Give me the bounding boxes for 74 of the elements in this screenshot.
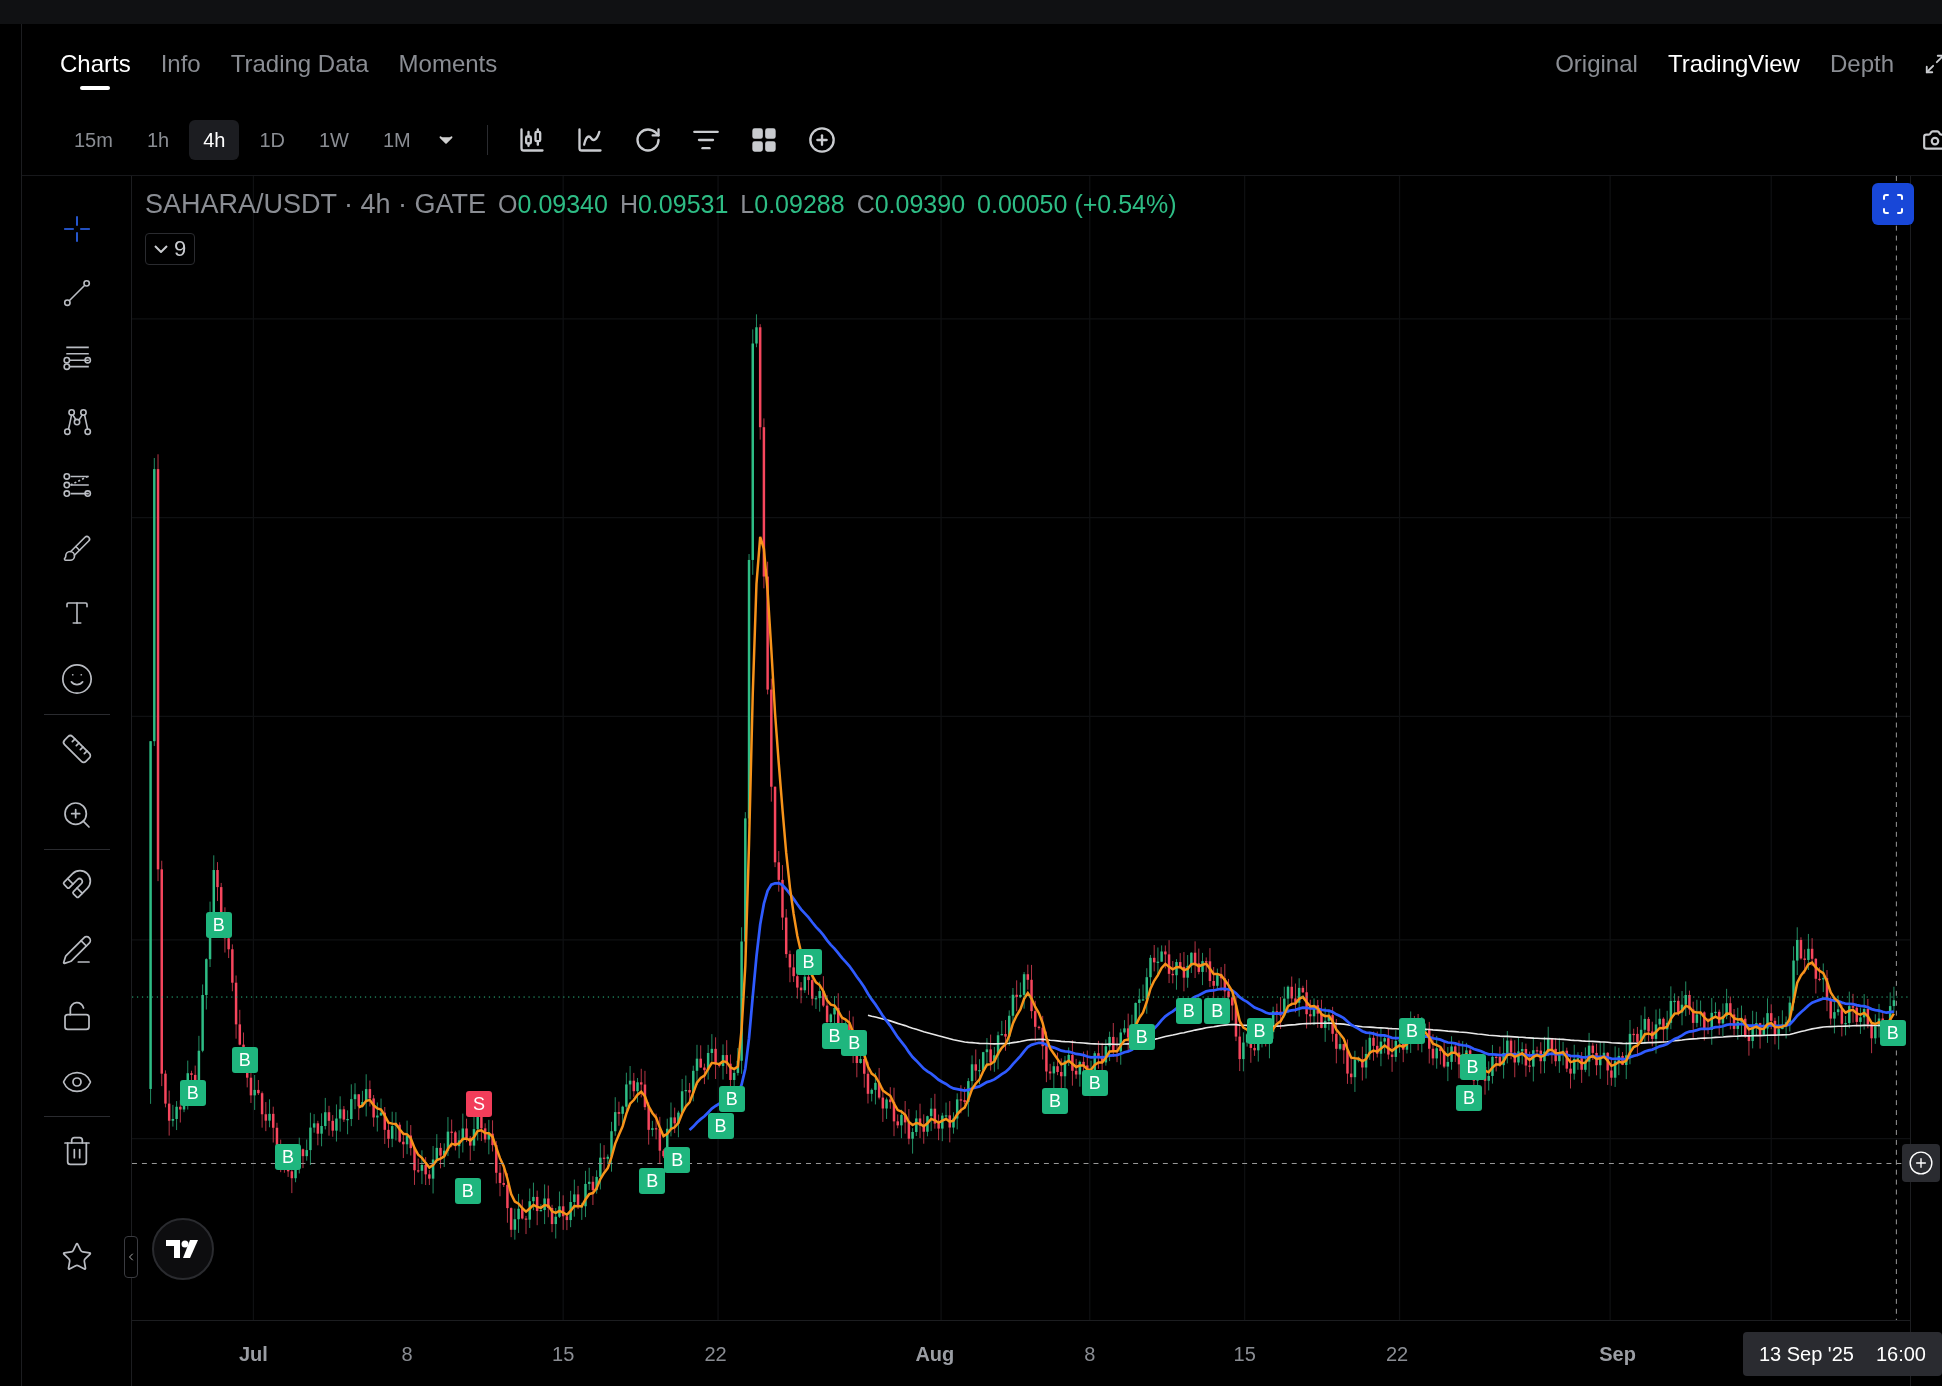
ohlc-value: C0.09390 xyxy=(856,189,966,220)
layout-grid-icon[interactable] xyxy=(749,125,778,154)
pattern-icon[interactable] xyxy=(61,406,92,436)
date-label: 15 xyxy=(552,1341,575,1367)
tab[interactable]: Charts xyxy=(60,46,131,82)
buy-marker: B xyxy=(1204,997,1231,1024)
magnet-icon[interactable] xyxy=(60,868,93,900)
buy-marker: B xyxy=(664,1146,691,1173)
fullscreen-button[interactable] xyxy=(1872,183,1914,225)
interval-button[interactable]: 1D xyxy=(245,119,299,160)
tab[interactable]: Original xyxy=(1555,46,1638,82)
buy-marker: B xyxy=(1455,1084,1482,1111)
symbol-title: SAHARA/USDT · 4h · GATE xyxy=(145,188,487,221)
expand-icon[interactable] xyxy=(1924,53,1942,75)
date-label: 15 xyxy=(1233,1341,1256,1367)
tab[interactable]: Depth xyxy=(1829,46,1894,82)
chevron-down-icon xyxy=(154,244,168,253)
tab[interactable]: TradingView xyxy=(1667,46,1800,82)
buy-marker: B xyxy=(639,1167,666,1194)
crosshair-icon[interactable] xyxy=(61,214,92,244)
date-label: Jul xyxy=(238,1341,268,1367)
add-level-button[interactable] xyxy=(1902,1144,1940,1183)
scan-icon xyxy=(1881,192,1905,216)
tab[interactable]: Info xyxy=(160,46,201,82)
replay-icon[interactable] xyxy=(633,125,662,154)
add-icon[interactable] xyxy=(807,125,836,154)
buy-marker: B xyxy=(1175,997,1202,1024)
candlestick-icon[interactable] xyxy=(517,125,546,154)
buy-marker: B xyxy=(1128,1023,1155,1050)
indicators-toggle[interactable]: 9 xyxy=(145,232,196,265)
date-label: Aug xyxy=(915,1341,955,1367)
ruler-icon[interactable] xyxy=(60,733,93,765)
buy-marker: B xyxy=(1081,1069,1108,1096)
buy-marker: B xyxy=(841,1030,868,1056)
indicator-chart-icon[interactable] xyxy=(575,125,604,154)
buy-marker: B xyxy=(1459,1053,1486,1080)
interval-button[interactable]: 1M xyxy=(369,119,425,160)
tab[interactable]: Trading Data xyxy=(230,46,369,82)
buy-marker: B xyxy=(1879,1020,1906,1047)
interval-button[interactable]: 15m xyxy=(60,119,127,160)
price-change: 0.00050 (+0.54%) xyxy=(977,189,1177,220)
trend-line-icon[interactable] xyxy=(61,278,92,308)
buy-marker: B xyxy=(231,1047,258,1074)
plus-circle-icon xyxy=(1908,1150,1934,1177)
sell-marker: S xyxy=(465,1090,492,1117)
buy-marker: B xyxy=(1042,1088,1069,1115)
buy-marker: B xyxy=(1398,1017,1425,1044)
buy-marker: B xyxy=(205,912,232,938)
date-label: 8 xyxy=(1084,1341,1096,1367)
ohlc-value: L0.09288 xyxy=(740,189,845,220)
smiley-icon[interactable] xyxy=(59,662,94,696)
interval-button[interactable]: 1h xyxy=(132,119,184,160)
buy-marker: B xyxy=(718,1085,745,1112)
interval-button[interactable]: 4h xyxy=(189,119,240,160)
buy-marker: B xyxy=(1246,1017,1273,1044)
buy-marker: B xyxy=(179,1079,206,1106)
star-icon[interactable] xyxy=(60,1241,93,1273)
forecast-lines-icon[interactable] xyxy=(61,470,92,500)
date-label: 22 xyxy=(704,1341,727,1367)
interval-button[interactable]: 1W xyxy=(305,119,363,160)
brush-icon[interactable] xyxy=(61,534,92,564)
date-label: 8 xyxy=(401,1341,413,1367)
ohlc-value: H0.09531 xyxy=(619,189,729,220)
buy-marker: B xyxy=(795,949,822,976)
buy-marker: B xyxy=(707,1113,734,1140)
date-label: Sep xyxy=(1599,1341,1636,1367)
buy-marker: B xyxy=(275,1144,302,1171)
crosshair-time-label: 13 Sep '25 16:00 xyxy=(1742,1331,1942,1376)
tab[interactable]: Moments xyxy=(398,46,498,82)
ohlc-value: O0.09340 xyxy=(498,189,608,220)
buy-marker: B xyxy=(454,1177,481,1204)
pencil-icon[interactable] xyxy=(60,934,93,966)
tab-underline xyxy=(80,86,111,90)
date-label: 22 xyxy=(1385,1341,1409,1367)
